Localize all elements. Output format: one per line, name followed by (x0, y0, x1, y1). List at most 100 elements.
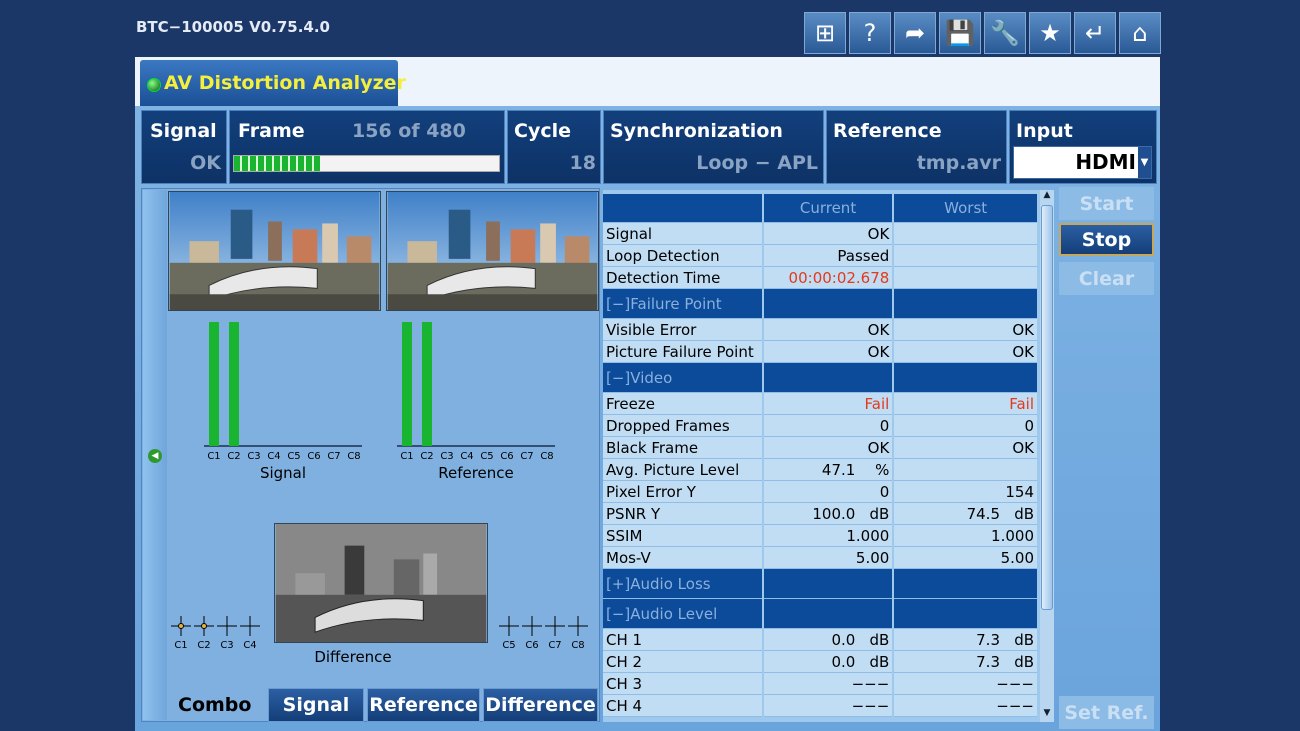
signal-tick-c1: C1 (207, 451, 220, 462)
home-icon[interactable]: ⌂ (1119, 12, 1161, 54)
view-signal-button[interactable]: Signal (268, 688, 364, 722)
header-current: Current (761, 194, 894, 223)
signal-level-chart: C1 C2 C3 C4 C5 C6 C7 C8 (204, 322, 362, 462)
section-cell (892, 288, 1037, 319)
worst-cell: 7.3 dB (892, 650, 1037, 673)
reference-tick-c1: C1 (400, 451, 413, 462)
help-icon[interactable]: ? (849, 12, 891, 54)
row-label: CH 2 (603, 650, 763, 673)
reference-label: Reference (833, 120, 942, 142)
worst-cell: OK (892, 318, 1037, 341)
current-cell: Passed (761, 244, 894, 267)
table-row: Pixel Error Y 0 154 (603, 480, 1037, 503)
table-row: Loop Detection Passed (603, 244, 1037, 267)
current-unit: dB (869, 630, 890, 649)
row-label: Pixel Error Y (603, 480, 763, 503)
set-ref-button[interactable]: Set Ref. (1059, 696, 1154, 729)
diff-left-label-3: C3 (220, 640, 233, 651)
app-title: BTC−100005 V0.75.4.0 (136, 18, 330, 36)
worst-value: 1.000 (991, 526, 1034, 545)
worst-value: −−− (996, 674, 1034, 693)
section-video[interactable]: [−]Video (603, 362, 1037, 393)
row-label: Freeze (603, 392, 763, 415)
wrench-icon[interactable]: 🔧 (984, 12, 1026, 54)
current-cell: Fail (761, 392, 894, 415)
signal-tick-c3: C3 (247, 451, 260, 462)
section-title: [+]Audio Loss (603, 568, 763, 599)
star-icon[interactable]: ★ (1029, 12, 1071, 54)
current-unit: dB (869, 652, 890, 671)
diff-left-label-2: C2 (197, 640, 210, 651)
worst-cell (892, 222, 1037, 245)
worst-cell (892, 458, 1037, 481)
frame-value: 156 of 480 (352, 120, 466, 142)
table-row: Mos-V 5.00 5.00 (603, 546, 1037, 569)
worst-cell: −−− (892, 672, 1037, 695)
frame-box: Frame 156 of 480 (229, 110, 505, 184)
table-row: Dropped Frames 0 0 (603, 414, 1037, 437)
scroll-up-icon[interactable]: ▲ (1040, 190, 1054, 204)
signal-tick-c8: C8 (347, 451, 360, 462)
table-row: CH 3 −−− −−− (603, 672, 1037, 695)
diff-right-label-5: C5 (502, 640, 515, 651)
scrollbar-thumb[interactable] (1041, 205, 1053, 610)
current-unit: dB (869, 504, 890, 523)
scroll-down-icon[interactable]: ▼ (1040, 708, 1054, 722)
worst-value: 7.3 (976, 630, 1000, 649)
collapse-arrow-icon[interactable]: ◀ (148, 449, 162, 463)
reference-bar-c2 (422, 322, 432, 446)
header-worst: Worst (892, 194, 1037, 223)
current-cell: 5.00 (761, 546, 894, 569)
section-cell (761, 288, 894, 319)
windows-icon[interactable]: ⊞ (804, 12, 846, 54)
cycle-box: Cycle 18 (507, 110, 601, 184)
current-cell: OK (761, 436, 894, 459)
start-button[interactable]: Start (1059, 187, 1154, 220)
current-value: 5.00 (855, 548, 890, 567)
view-difference-button[interactable]: Difference (483, 688, 598, 722)
chevron-down-icon[interactable]: ▼ (1138, 147, 1151, 178)
signal-tick-c6: C6 (307, 451, 320, 462)
status-led-icon (147, 78, 161, 92)
worst-unit: dB (1014, 630, 1034, 649)
share-icon[interactable]: ➦ (894, 12, 936, 54)
table-row: Visible Error OK OK (603, 318, 1037, 341)
view-reference-button[interactable]: Reference (367, 688, 480, 722)
current-cell: 1.000 (761, 524, 894, 547)
current-cell: 100.0 dB (761, 502, 894, 525)
clear-button[interactable]: Clear (1059, 262, 1154, 295)
row-label: CH 4 (603, 694, 763, 717)
frame-label: Frame (238, 120, 305, 142)
table-row: CH 4 −−− −−− (603, 694, 1037, 717)
section-title: [−]Video (603, 362, 763, 393)
combo-label: Combo (178, 694, 252, 716)
cycle-value: 18 (569, 152, 596, 174)
diff-right-label-8: C8 (571, 640, 584, 651)
section-audio-level[interactable]: [−]Audio Level (603, 598, 1037, 629)
current-value: Passed (837, 246, 890, 265)
stop-button[interactable]: Stop (1059, 223, 1154, 256)
signal-bar-c2 (229, 322, 239, 446)
section-cell (892, 362, 1037, 393)
table-header: Current Worst (603, 194, 1037, 223)
current-value: Fail (864, 394, 890, 413)
table-row: SSIM 1.000 1.000 (603, 524, 1037, 547)
current-value: OK (867, 438, 890, 457)
worst-value: 74.5 (966, 504, 1000, 523)
current-value: −−− (851, 696, 890, 715)
back-icon[interactable]: ↵ (1074, 12, 1116, 54)
section-audio-loss[interactable]: [+]Audio Loss (603, 568, 1037, 599)
current-value: 0 (879, 416, 890, 435)
diff-left-marker-4 (240, 616, 260, 636)
signal-box: Signal OK (141, 110, 227, 184)
current-value: 0.0 (831, 630, 856, 649)
section-cell (761, 362, 894, 393)
save-icon[interactable]: 💾 (939, 12, 981, 54)
results-table: Current Worst Signal OK Loop Detection Passed… (603, 194, 1037, 717)
input-label: Input (1016, 120, 1073, 142)
diff-right-label-7: C7 (548, 640, 561, 651)
sync-box: Synchronization Loop − APL (603, 110, 824, 184)
section-failure-point[interactable]: [−]Failure Point (603, 288, 1037, 319)
table-row: CH 1 0.0 dB 7.3 dB (603, 628, 1037, 651)
worst-value: 7.3 (976, 652, 1000, 671)
